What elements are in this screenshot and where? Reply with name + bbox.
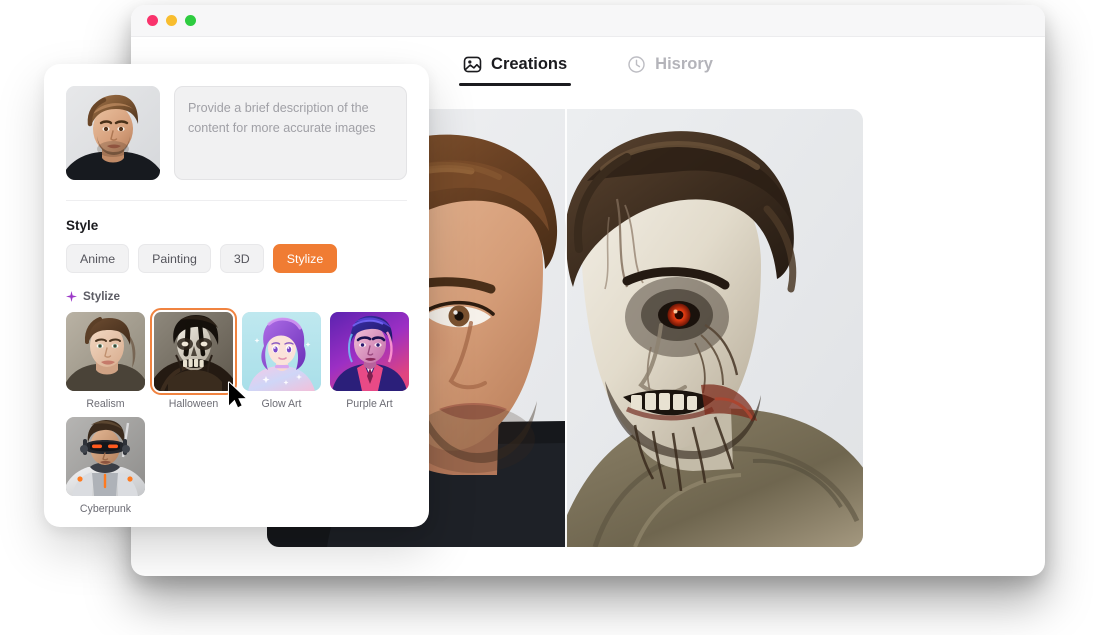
realism-label: Realism [86,398,125,410]
editor-panel: Style Anime Painting 3D Stylize Stylize [44,64,429,527]
panel-divider [66,200,407,201]
window-titlebar [131,5,1045,37]
stylize-preset-glow-art[interactable]: Glow Art [242,312,321,410]
style-chip-3d[interactable]: 3D [219,244,264,273]
tab-creations[interactable]: Creations [459,49,572,86]
tab-history-label: Hisrory [655,54,713,73]
style-chip-3d-label: 3D [233,251,250,266]
cyberpunk-label: Cyberpunk [79,503,132,515]
purple-art-label: Purple Art [346,398,393,410]
maximize-window-button[interactable] [185,15,196,26]
glow-art-label: Glow Art [261,398,302,410]
style-chip-painting-label: Painting [152,251,197,266]
source-portrait-image [66,86,160,180]
cyberpunk-thumbnail [66,417,145,496]
source-image-thumbnail[interactable] [66,86,160,180]
prompt-input[interactable] [174,86,407,180]
stylize-section-label: Stylize [83,290,121,303]
stylize-preset-purple-art[interactable]: Purple Art [330,312,409,410]
glow-art-thumbnail [242,312,321,391]
stylize-preset-grid: Realism Halloween Glow Art Purple Art Cy… [66,308,409,515]
halloween-label: Halloween [168,398,219,410]
style-chip-anime[interactable]: Anime [66,244,130,273]
tab-creations-label: Creations [491,54,568,73]
style-chip-stylize-label: Stylize [286,251,324,266]
source-row [66,86,407,180]
minimize-window-button[interactable] [166,15,177,26]
style-chip-painting[interactable]: Painting [138,244,211,273]
style-section-title: Style [66,218,99,233]
style-chip-group: Anime Painting 3D Stylize [66,244,407,273]
stylize-section-header: Stylize [66,290,407,303]
realism-thumbnail [66,312,145,391]
stylize-preset-cyberpunk[interactable]: Cyberpunk [66,417,145,515]
before-after-split-line[interactable] [565,109,567,547]
preview-after-half [565,109,863,547]
sparkle-icon [66,291,77,302]
style-chip-anime-label: Anime [80,251,116,266]
stylized-halloween-image [565,109,863,547]
halloween-thumbnail [150,308,237,395]
stylize-preset-realism[interactable]: Realism [66,312,145,410]
close-window-button[interactable] [147,15,158,26]
tab-history[interactable]: Hisrory [623,49,717,86]
clock-icon [627,55,646,74]
screenshot-stage: Creations Hisrory Provide a brief descri… [0,0,1094,635]
stylize-preset-halloween[interactable]: Halloween [150,308,237,410]
image-icon [463,55,482,74]
style-chip-stylize[interactable]: Stylize [272,244,338,273]
purple-art-thumbnail [330,312,409,391]
